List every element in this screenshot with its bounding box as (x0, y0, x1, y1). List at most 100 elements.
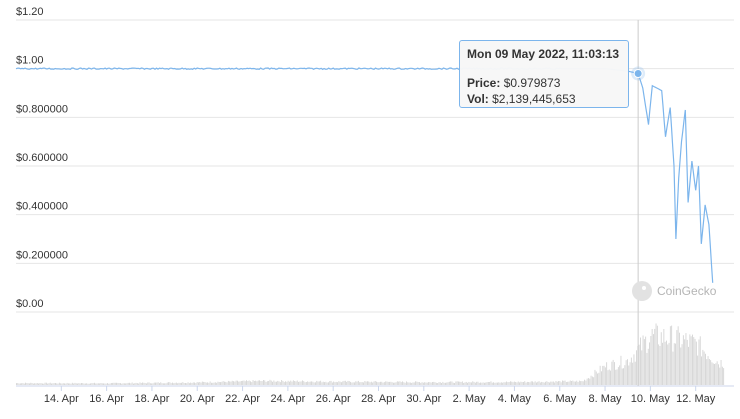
volume-bar (100, 383, 102, 385)
volume-bar (395, 382, 397, 385)
volume-bar (474, 382, 476, 385)
volume-bar (487, 382, 489, 385)
volume-bar (711, 362, 713, 385)
volume-bar (298, 381, 299, 385)
volume-bar (521, 382, 523, 385)
volume-bar (235, 380, 237, 385)
volume-bar (425, 382, 427, 385)
volume-bar (118, 383, 120, 385)
volume-bar (363, 382, 364, 385)
volume-bar (412, 382, 414, 385)
volume-bar (651, 329, 653, 385)
volume-bar (144, 383, 146, 385)
volume-bar (413, 382, 415, 385)
volume-bar (461, 381, 463, 385)
volume-bar (105, 383, 107, 385)
volume-bar (560, 382, 562, 385)
volume-bar (30, 382, 32, 385)
volume-bar (61, 383, 63, 385)
volume-bar (303, 381, 305, 385)
volume-bar (515, 382, 517, 385)
volume-bar (621, 368, 623, 385)
volume-bar (718, 364, 719, 385)
volume-bar (428, 382, 429, 385)
volume-bar (355, 381, 357, 385)
volume-bar (640, 337, 641, 385)
volume-bar (337, 382, 338, 385)
volume-bar (593, 377, 595, 385)
volume-bar (493, 382, 494, 385)
volume-bar (57, 383, 59, 385)
volume-bar (238, 381, 240, 385)
volume-bar (344, 380, 346, 385)
volume-bar (448, 381, 450, 385)
volume-bar (283, 382, 285, 385)
price-chart[interactable]: $1.20 $1.00 $0.800000 $0.600000 $0.400000 $0.… (0, 0, 740, 419)
volume-bar (55, 383, 56, 385)
volume-bar (706, 359, 708, 385)
x-tick-label: 20. Apr (180, 393, 215, 405)
volume-bar (484, 382, 485, 385)
volume-bar (688, 346, 689, 385)
volume-bar (252, 380, 254, 385)
y-tick-label: $0.400000 (16, 201, 68, 213)
x-tick-label: 28. Apr (361, 393, 396, 405)
volume-bar (69, 383, 71, 385)
volume-bar (426, 382, 428, 385)
volume-bar (604, 367, 606, 385)
volume-bar (629, 362, 631, 385)
volume-bar (503, 382, 505, 385)
volume-bar (512, 382, 514, 385)
volume-bar (324, 382, 325, 385)
volume-bar (60, 383, 62, 385)
volume-bar (654, 328, 656, 385)
volume-bar (381, 381, 383, 385)
volume-bar (402, 381, 403, 385)
volume-bar (437, 383, 439, 385)
volume-bar (289, 381, 290, 385)
volume-bar (372, 382, 374, 385)
volume-bar (367, 381, 368, 385)
volume-bar (382, 382, 384, 385)
volume-bar (542, 382, 544, 385)
volume-bar (309, 381, 311, 385)
volume-bar (452, 382, 454, 385)
volume-bar (285, 381, 286, 385)
volume-bar (315, 382, 316, 385)
volume-bar (168, 382, 169, 385)
volume-bar (558, 381, 559, 385)
volume-bar (376, 381, 377, 385)
volume-bar (265, 381, 267, 385)
volume-bar (304, 382, 306, 385)
volume-bar (608, 369, 610, 385)
volume-bar (56, 383, 58, 385)
volume-bar (380, 381, 381, 385)
volume-bar (84, 383, 86, 385)
volume-bar (716, 361, 718, 385)
volume-bar (196, 382, 198, 385)
volume-bar (21, 383, 23, 385)
volume-bar (352, 382, 354, 385)
volume-bar (481, 382, 483, 385)
volume-bar (31, 383, 33, 385)
volume-bar (408, 382, 410, 385)
volume-bar (580, 381, 582, 385)
volume-bar (188, 383, 190, 385)
volume-bar (307, 381, 309, 385)
volume-bar (403, 382, 405, 385)
volume-bar (71, 382, 73, 385)
volume-bar (389, 381, 390, 385)
volume-bar (416, 381, 418, 385)
volume-bar (660, 332, 662, 385)
volume-bar (361, 382, 363, 385)
volume-bar (308, 381, 310, 385)
volume-bar (676, 330, 678, 385)
volume-bar (91, 383, 93, 385)
volume-bar (602, 365, 604, 385)
y-tick-label: $0.00 (16, 298, 44, 310)
volume-bar (377, 382, 379, 385)
volume-bar (199, 382, 201, 385)
volume-bar (256, 381, 258, 385)
volume-bar (350, 381, 351, 385)
volume-bar (243, 380, 245, 385)
